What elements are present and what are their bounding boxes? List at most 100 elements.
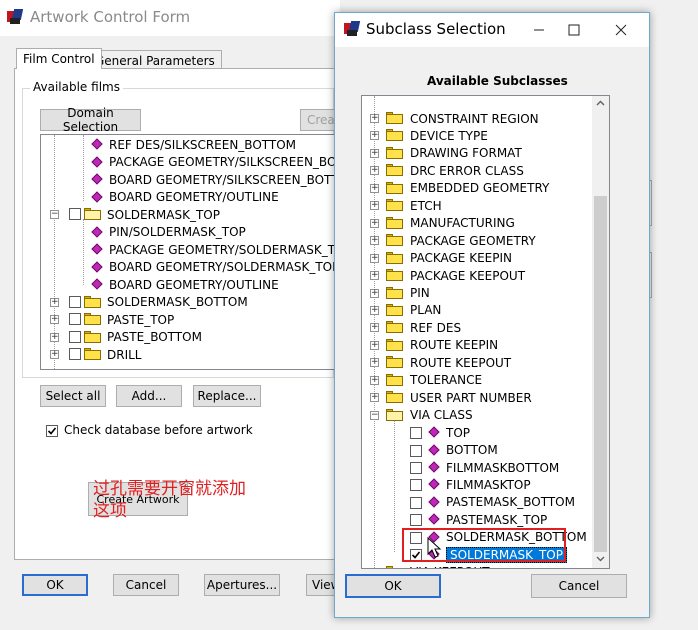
subclass-checkbox[interactable] xyxy=(410,444,422,457)
expand-icon[interactable]: + xyxy=(50,315,59,324)
subclass-row[interactable]: + USER PART NUMBER xyxy=(362,389,592,406)
expand-icon[interactable]: + xyxy=(370,288,379,298)
subclass-row[interactable]: + REF DES xyxy=(362,319,592,336)
add-button[interactable]: Add... xyxy=(116,385,182,407)
film-tree[interactable]: REF DES/SILKSCREEN_BOTTOM PACKAGE GEOMETR… xyxy=(40,134,336,370)
subclass-row[interactable]: + MANUFACTURING xyxy=(362,215,592,232)
expand-icon[interactable]: + xyxy=(50,332,59,342)
film-tree-row[interactable]: BOARD GEOMETRY/SILKSCREEN_BOTT xyxy=(41,171,335,188)
film-tree-row[interactable]: − SOLDERMASK_TOP xyxy=(41,206,335,223)
subclass-row[interactable]: + EMBEDDED GEOMETRY xyxy=(362,180,592,197)
film-tree-row[interactable]: + SOLDERMASK_BOTTOM xyxy=(41,294,335,311)
subclass-row[interactable]: BOTTOM xyxy=(362,442,592,459)
subclass-checkbox[interactable] xyxy=(410,496,422,509)
replace-button[interactable]: Replace... xyxy=(193,385,261,407)
expand-icon[interactable]: + xyxy=(50,297,59,307)
subclass-row[interactable]: + VIA KEEPOUT xyxy=(362,564,592,568)
dialog-ok-button[interactable]: OK xyxy=(345,574,441,598)
close-icon[interactable] xyxy=(606,17,636,41)
select-all-button[interactable]: Select all xyxy=(40,385,106,407)
expand-icon[interactable]: + xyxy=(370,114,379,123)
subclass-row[interactable]: FILMMASKTOP xyxy=(362,476,592,493)
film-tree-row[interactable]: PACKAGE GEOMETRY/SOLDERMASK_T xyxy=(41,241,335,258)
subclass-row[interactable]: + DRAWING FORMAT xyxy=(362,145,592,162)
collapse-icon[interactable]: − xyxy=(50,210,59,219)
subclass-row[interactable]: + PIN xyxy=(362,285,592,302)
subclass-row[interactable]: PASTEMASK_BOTTOM xyxy=(362,494,592,511)
expand-icon[interactable]: + xyxy=(370,236,379,246)
dialog-cancel-button[interactable]: Cancel xyxy=(531,574,627,598)
main-ok-button[interactable]: OK xyxy=(22,574,88,596)
expand-icon[interactable]: + xyxy=(370,375,379,385)
subclass-row[interactable]: FILMMASKBOTTOM xyxy=(362,459,592,476)
subclass-row[interactable]: + PACKAGE KEEPOUT xyxy=(362,267,592,284)
subclass-label: BOTTOM xyxy=(446,443,498,458)
domain-selection-button[interactable]: Domain Selection xyxy=(40,106,141,134)
subclass-row[interactable]: + PLAN xyxy=(362,302,592,319)
folder-icon xyxy=(386,286,403,299)
film-checkbox[interactable] xyxy=(69,330,81,343)
expand-icon[interactable]: + xyxy=(50,350,59,359)
film-tree-row[interactable]: REF DES/SILKSCREEN_BOTTOM xyxy=(41,136,335,153)
film-tree-row[interactable]: + DRILL xyxy=(41,346,335,363)
apertures-button[interactable]: Apertures... xyxy=(204,574,280,596)
subclass-row[interactable]: + TOLERANCE xyxy=(362,372,592,389)
film-checkbox[interactable] xyxy=(69,295,81,308)
expand-icon[interactable]: + xyxy=(370,323,379,333)
subclass-row[interactable]: + CONSTRAINT REGION xyxy=(362,110,592,127)
expand-icon[interactable]: + xyxy=(370,567,379,568)
expand-icon[interactable]: + xyxy=(370,201,379,211)
subclass-checkbox[interactable] xyxy=(410,479,422,492)
subclass-row[interactable]: + PACKAGE KEEPIN xyxy=(362,250,592,267)
expand-icon[interactable]: + xyxy=(370,305,379,315)
film-checkbox[interactable] xyxy=(69,313,81,325)
expand-icon[interactable]: + xyxy=(370,340,379,350)
film-tree-row[interactable]: PACKAGE GEOMETRY/SILKSCREEN_BO xyxy=(41,154,335,171)
film-tree-row[interactable]: + PASTE_TOP xyxy=(41,311,335,328)
film-checkbox[interactable] xyxy=(69,348,81,360)
subclass-row[interactable]: + DRC ERROR CLASS xyxy=(362,162,592,179)
main-cancel-button[interactable]: Cancel xyxy=(113,574,179,596)
tree-vertical-scrollbar[interactable] xyxy=(592,96,609,568)
tab-general-parameters[interactable]: General Parameters xyxy=(88,50,222,69)
minimize-icon[interactable] xyxy=(524,17,554,41)
subclass-checkbox[interactable] xyxy=(410,514,422,527)
check-database-label: Check database before artwork xyxy=(64,423,253,437)
subclass-row[interactable]: + DEVICE TYPE xyxy=(362,127,592,144)
subclass-row[interactable]: + ROUTE KEEPIN xyxy=(362,337,592,354)
folder-icon xyxy=(386,112,403,124)
film-tree-row[interactable]: BOARD GEOMETRY/OUTLINE xyxy=(41,189,335,206)
subclass-row[interactable]: + PACKAGE GEOMETRY xyxy=(362,232,592,249)
subclass-row[interactable]: − VIA CLASS xyxy=(362,407,592,424)
subclass-tree[interactable]: + CONSTRAINT REGION + DEVICE TYPE + DRAWING F… xyxy=(361,95,610,569)
maximize-icon[interactable] xyxy=(559,17,589,41)
expand-icon[interactable]: + xyxy=(370,393,379,403)
tab-film-control[interactable]: Film Control xyxy=(16,48,102,69)
folder-icon xyxy=(84,330,101,343)
scroll-down-icon[interactable] xyxy=(592,551,609,568)
subclass-row[interactable]: + ETCH xyxy=(362,197,592,214)
scroll-up-icon[interactable] xyxy=(592,96,609,113)
collapse-icon[interactable]: − xyxy=(370,410,379,420)
expand-icon[interactable]: + xyxy=(370,271,379,281)
expand-icon[interactable]: + xyxy=(370,358,379,368)
check-database-checkbox[interactable] xyxy=(46,425,58,437)
scroll-thumb[interactable] xyxy=(594,196,607,552)
film-checkbox[interactable] xyxy=(69,208,81,220)
folder-icon xyxy=(84,348,101,360)
subclass-checkbox[interactable] xyxy=(410,462,422,474)
film-tree-row[interactable]: PIN/SOLDERMASK_TOP xyxy=(41,224,335,241)
expand-icon[interactable]: + xyxy=(370,183,379,193)
subclass-row[interactable]: TOP xyxy=(362,424,592,441)
expand-icon[interactable]: + xyxy=(370,166,379,176)
expand-icon[interactable]: + xyxy=(370,253,379,263)
film-tree-row[interactable]: BOARD GEOMETRY/SOLDERMASK_TOP xyxy=(41,259,335,276)
expand-icon[interactable]: + xyxy=(370,148,379,158)
subclass-row[interactable]: PASTEMASK_TOP xyxy=(362,511,592,528)
film-tree-row[interactable]: + PASTE_BOTTOM xyxy=(41,329,335,346)
subclass-row[interactable]: + ROUTE KEEPOUT xyxy=(362,354,592,371)
film-tree-row[interactable]: BOARD GEOMETRY/OUTLINE xyxy=(41,276,335,293)
subclass-checkbox[interactable] xyxy=(410,427,422,440)
expand-icon[interactable]: + xyxy=(370,218,379,228)
expand-icon[interactable]: + xyxy=(370,131,379,141)
